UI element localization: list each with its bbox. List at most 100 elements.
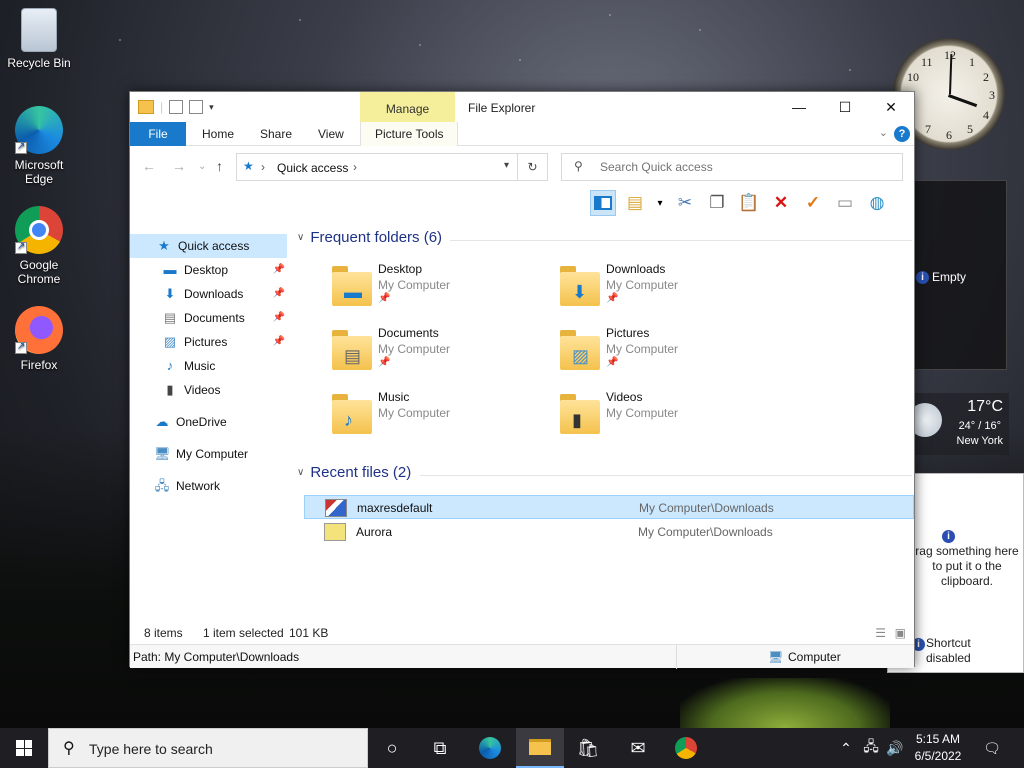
pin-icon[interactable]: 📌	[273, 331, 285, 353]
pin-icon[interactable]: 📌	[273, 259, 285, 281]
delete-icon[interactable]: ✕	[768, 190, 794, 216]
forward-icon[interactable]: →	[172, 158, 186, 174]
sidebar-item-quick-access[interactable]: ★ Quick access	[156, 235, 249, 257]
breadcrumb-separator-icon[interactable]: ›	[261, 160, 265, 174]
file-explorer-window[interactable]: | ▾ Manage File Explorer — ☐ ✕ File Home…	[129, 91, 915, 669]
info-icon: i	[916, 270, 929, 284]
sidebar-item-onedrive[interactable]: ☁ OneDrive	[154, 411, 227, 433]
copy-icon[interactable]: ❐	[704, 190, 730, 216]
search-box[interactable]: ⚲	[561, 153, 903, 181]
clock-number: 5	[967, 122, 973, 136]
dropdown-icon[interactable]: ▾	[654, 190, 666, 216]
ribbon-tabs: File Home Share View Picture Tools ⌄ ?	[130, 122, 914, 146]
chrome-icon	[15, 206, 63, 254]
help-icon[interactable]: ?	[894, 126, 910, 142]
folder-documents[interactable]: ▤ Documents My Computer 📌	[332, 326, 552, 386]
store-icon[interactable]: 🛍	[564, 728, 612, 768]
details-view-icon[interactable]: ☰	[875, 622, 886, 644]
clock-time: 5:15 AM	[915, 732, 961, 746]
navigation-pane: ★ Quick access ▬ Desktop 📌 ⬇ Downloads 📌…	[130, 232, 287, 612]
show-hidden-icons-icon[interactable]: ⌃	[836, 728, 856, 768]
mail-icon[interactable]: ✉	[614, 728, 662, 768]
desktop-icon-recycle-bin[interactable]: Recycle Bin	[4, 8, 74, 70]
tab-view[interactable]: View	[304, 122, 358, 146]
address-dropdown-icon[interactable]: ▾	[504, 160, 509, 171]
customize-toolbar-icon[interactable]: ▾	[209, 102, 214, 113]
desktop-icon-firefox[interactable]: Firefox	[4, 306, 74, 372]
folder-name: Pictures	[606, 326, 650, 340]
path-bar: Path: My Computer\Downloads 🖥 Computer	[130, 644, 914, 669]
folder-videos[interactable]: ▮ Videos My Computer	[560, 390, 780, 450]
minimize-button[interactable]: —	[776, 92, 822, 122]
sidebar-item-label: Videos	[184, 383, 221, 397]
sidebar-item-pictures[interactable]: ▨ Pictures 📌	[162, 331, 285, 353]
paste-icon[interactable]: 📋	[736, 190, 762, 216]
file-explorer-icon[interactable]	[516, 728, 564, 768]
pin-icon[interactable]: 📌	[273, 307, 285, 329]
recent-locations-icon[interactable]: ⌄	[198, 161, 206, 172]
back-icon[interactable]: ←	[142, 158, 156, 174]
tab-share[interactable]: Share	[246, 122, 306, 146]
notes-icon[interactable]: ▤	[622, 190, 648, 216]
search-input[interactable]	[600, 160, 890, 174]
new-folder-icon[interactable]	[189, 100, 204, 114]
address-path[interactable]: Quick access	[277, 161, 348, 175]
maximize-button[interactable]: ☐	[822, 92, 868, 122]
clipboard-shortcut: Shortcut disabled	[926, 636, 971, 665]
taskbar-clock[interactable]: 5:15 AM 6/5/2022	[900, 731, 976, 765]
chevron-down-icon[interactable]: ⌄	[879, 126, 888, 139]
sidebar-item-music[interactable]: ♪ Music	[162, 355, 216, 377]
windows-icon	[16, 740, 32, 756]
address-bar[interactable]: ★ › Quick access › ▾	[236, 153, 518, 181]
up-icon[interactable]: ↑	[216, 158, 223, 174]
title-bar[interactable]: | ▾ Manage File Explorer — ☐ ✕	[130, 92, 914, 122]
large-icons-view-icon[interactable]: ▣	[895, 622, 906, 644]
tab-manage[interactable]: Manage	[360, 92, 455, 122]
sidebar-item-videos[interactable]: ▮ Videos	[162, 379, 220, 401]
folder-icon[interactable]	[138, 100, 154, 114]
address-bar-row: ← → ⌄ ↑ ★ › Quick access › ▾ ↻ ⚲	[130, 150, 914, 184]
frequent-folders-header[interactable]: ∨ Frequent folders (6)	[297, 229, 442, 246]
task-view-icon[interactable]: ⧉	[416, 728, 464, 768]
rename-icon[interactable]: ▭	[832, 190, 858, 216]
file-row-selected[interactable]: maxresdefault My Computer\Downloads	[304, 495, 914, 519]
desktop-icon-chrome[interactable]: Google Chrome	[4, 206, 74, 286]
folder-desktop[interactable]: ▬ Desktop My Computer 📌	[332, 262, 552, 322]
breadcrumb-separator-icon[interactable]: ›	[353, 160, 357, 174]
folder-icon: ▬	[332, 266, 374, 306]
checkmark-icon[interactable]: ✓	[800, 190, 826, 216]
globe-icon[interactable]: ◍	[864, 190, 890, 216]
sidebar-item-my-computer[interactable]: 🖥 My Computer	[154, 443, 248, 465]
start-button[interactable]	[0, 728, 48, 768]
folder-name: Videos	[606, 390, 643, 404]
cortana-icon[interactable]: ○	[368, 728, 416, 768]
chrome-icon[interactable]	[662, 728, 710, 768]
file-row[interactable]: Aurora My Computer\Downloads	[304, 520, 914, 544]
close-button[interactable]: ✕	[868, 92, 914, 122]
weather-gadget[interactable]: 17°C 24° / 16° New York	[904, 393, 1009, 455]
sidebar-item-documents[interactable]: ▤ Documents 📌	[162, 307, 285, 329]
folder-icon: ▨	[560, 330, 602, 370]
pictures-icon: ▨	[163, 334, 177, 349]
properties-icon[interactable]	[169, 100, 184, 114]
cut-icon[interactable]: ✂	[672, 190, 698, 216]
folder-pictures[interactable]: ▨ Pictures My Computer 📌	[560, 326, 780, 386]
folder-downloads[interactable]: ⬇ Downloads My Computer 📌	[560, 262, 780, 322]
network-icon[interactable]: 🖧	[860, 728, 882, 768]
preview-pane-button[interactable]	[590, 190, 616, 216]
refresh-button[interactable]: ↻	[518, 153, 548, 181]
folder-music[interactable]: ♪ Music My Computer	[332, 390, 552, 450]
tab-file[interactable]: File	[130, 122, 186, 146]
sidebar-item-network[interactable]: 🖧 Network	[154, 475, 220, 497]
sidebar-item-desktop[interactable]: ▬ Desktop 📌	[162, 259, 286, 281]
tab-home[interactable]: Home	[188, 122, 248, 146]
tab-picture-tools[interactable]: Picture Tools	[360, 122, 459, 146]
recent-files-header[interactable]: ∨ Recent files (2)	[297, 464, 411, 481]
edge-icon[interactable]	[466, 728, 514, 768]
desktop-icon-edge[interactable]: Microsoft Edge	[4, 106, 74, 186]
sidebar-item-downloads[interactable]: ⬇ Downloads 📌	[162, 283, 285, 305]
divider	[450, 240, 912, 241]
taskbar-search[interactable]: ⚲ Type here to search	[48, 728, 368, 768]
notifications-icon[interactable]: 🗨	[978, 728, 1006, 768]
pin-icon[interactable]: 📌	[273, 283, 285, 305]
